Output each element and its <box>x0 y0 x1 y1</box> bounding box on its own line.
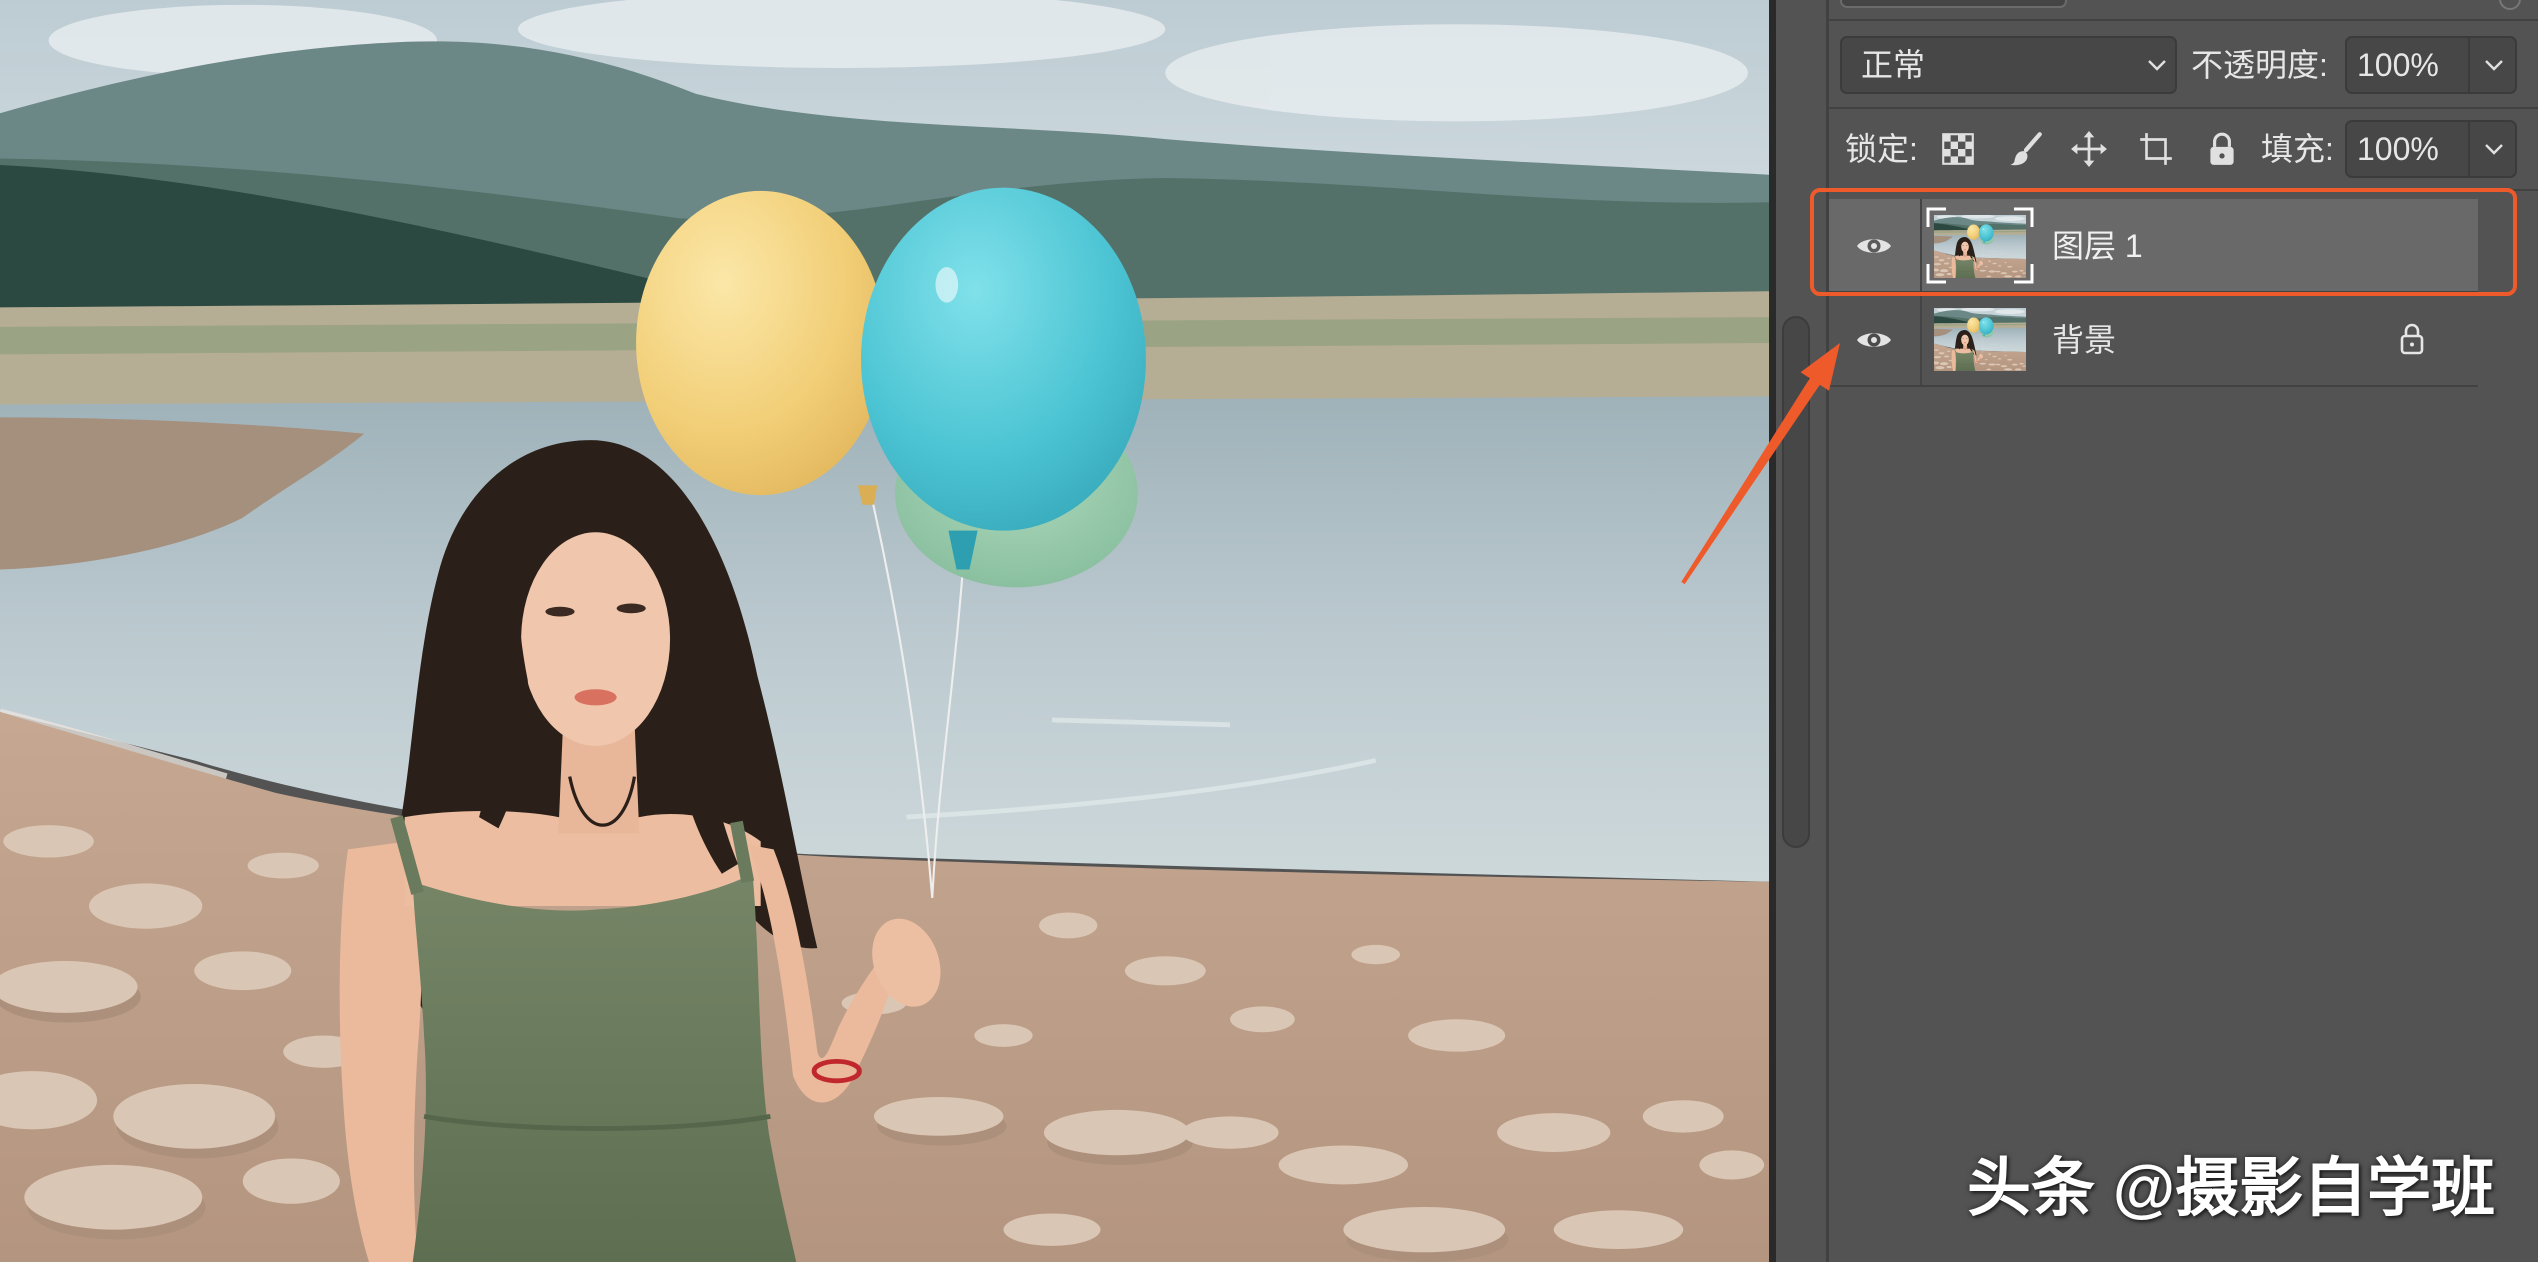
chevron-down-icon[interactable] <box>2484 59 2504 71</box>
fill-label: 填充: <box>2261 131 2334 167</box>
opacity-label: 不透明度: <box>2191 47 2328 83</box>
blend-mode-dropdown[interactable]: 正常 <box>1840 36 2177 94</box>
visibility-column-divider <box>1920 293 1922 385</box>
canvas-panel-divider[interactable] <box>1769 0 1776 1262</box>
separator <box>1829 107 2538 109</box>
lock-label: 锁定: <box>1845 131 1918 167</box>
lock-image-pixels-icon[interactable] <box>2007 130 2045 168</box>
highlight-box <box>1810 188 2517 296</box>
opacity-value[interactable]: 100% <box>2357 38 2439 92</box>
opacity-field[interactable]: 100% <box>2345 36 2517 94</box>
fill-value[interactable]: 100% <box>2357 122 2439 176</box>
lock-artboard-icon[interactable] <box>2137 130 2175 168</box>
layer-row-background[interactable]: 背景 <box>1829 293 2478 387</box>
field-divider <box>2468 38 2470 92</box>
layer-thumbnail[interactable] <box>1934 308 2026 371</box>
chevron-down-icon[interactable] <box>2484 143 2504 155</box>
annotation-arrow <box>1681 343 1840 585</box>
eye-icon[interactable] <box>1855 328 1893 352</box>
layer-filter-toggle[interactable] <box>2499 0 2521 10</box>
arrow-shape <box>1681 343 1840 585</box>
lock-position-icon[interactable] <box>2070 130 2108 168</box>
field-divider <box>2468 122 2470 176</box>
girl-dress <box>412 873 797 1262</box>
layer-filter-dropdown[interactable] <box>1840 0 2067 8</box>
balloon-yellow <box>636 190 886 496</box>
blend-mode-value: 正常 <box>1861 47 1926 83</box>
watermark: 头条 @摄影自学班 <box>1967 1152 2496 1224</box>
lock-icon[interactable] <box>2398 322 2426 356</box>
layer-name: 背景 <box>2052 322 2117 358</box>
balloon-cyan <box>861 187 1146 531</box>
lock-all-icon[interactable] <box>2203 130 2241 168</box>
girl-face <box>521 532 671 746</box>
lock-transparent-pixels-icon[interactable] <box>1939 130 1977 168</box>
balloon-highlight <box>935 266 959 303</box>
separator <box>1829 19 2538 21</box>
document-canvas[interactable] <box>0 0 1769 1262</box>
chevron-down-icon <box>2148 60 2166 71</box>
photo <box>0 0 1769 1262</box>
fill-field[interactable]: 100% <box>2345 120 2517 178</box>
